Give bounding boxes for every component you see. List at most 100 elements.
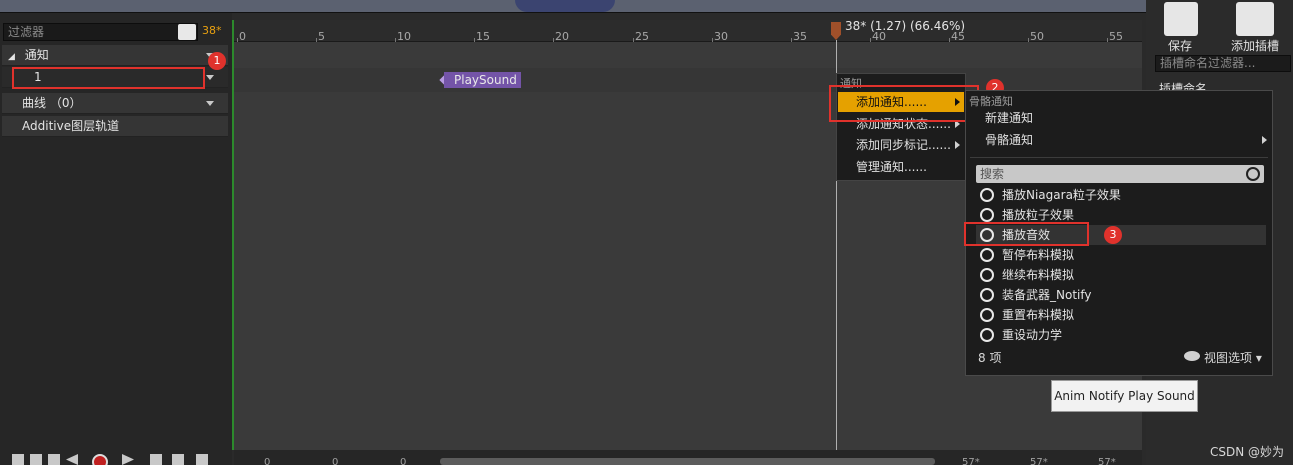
ruler-tick-label: 20 [555,30,569,43]
ruler-tick-mark [870,38,871,42]
slot-filter-input[interactable]: 插槽命名过滤器... [1155,55,1291,72]
notify-item-label: 播放Niagara粒子效果 [1002,188,1121,202]
add-slot-icon[interactable] [1236,2,1274,36]
ruler-tick-mark [633,38,634,42]
notify-item-reset-cloth[interactable]: 重置布料模拟 [976,305,1266,325]
notify-track-band[interactable] [234,68,1142,92]
menu-item-add-sync-marker[interactable]: 添加同步标记...... [838,135,964,155]
character-preview [515,0,615,12]
tooltip: Anim Notify Play Sound [1051,380,1198,412]
track-row-notify[interactable]: ◢ 通知 [2,45,228,66]
ruler-tick-label: 10 [397,30,411,43]
notify-item-resume-cloth[interactable]: 继续布料模拟 [976,265,1266,285]
circle-icon [980,268,994,282]
menu-item-new-notify[interactable]: 新建通知 [967,108,1271,129]
notify-item-play-niagara[interactable]: 播放Niagara粒子效果 [976,185,1266,205]
search-icon[interactable] [178,24,196,40]
chevron-down-icon: ▾ [1255,351,1262,365]
notify-item-label: 重设动力学 [1002,328,1063,342]
track-label: 曲线 （0） [22,96,82,110]
watermark: CSDN @妙为 [1210,445,1285,459]
range-start-label: 0 [264,457,271,465]
notify-item-label: 重置布料模拟 [1002,308,1075,322]
circle-icon [980,328,994,342]
chevron-right-icon [955,141,960,149]
highlight-box-3 [964,222,1089,246]
ruler-tick-label: 0 [239,30,246,43]
highlight-box-1 [12,67,205,89]
timeline-scrollbar-thumb[interactable] [440,458,935,465]
ruler-tick-label: 15 [476,30,490,43]
step-back-icon[interactable] [30,454,42,465]
notify-tag-playsound[interactable]: PlaySound [444,72,521,88]
ruler-tick-label: 30 [714,30,728,43]
ruler-tick-mark [553,38,554,42]
range-working-end-label: 57* [962,457,980,465]
collapse-triangle-icon[interactable]: ◢ [8,52,15,62]
menu-item-skeleton-notify[interactable]: 骨骼通知 [967,130,1271,151]
highlight-box-2 [829,85,979,122]
circle-icon [980,208,994,222]
save-icon[interactable] [1164,2,1198,36]
ruler-tick-mark [949,38,950,42]
ruler-tick-label: 25 [635,30,649,43]
track-row-additive[interactable]: Additive图层轨道 [2,116,228,137]
notify-item-label: 装备武器_Notify [1002,288,1092,302]
current-frame-label: 38* [202,24,222,37]
notify-search-input[interactable]: 搜索 [976,165,1264,183]
ruler-tick-mark [1028,38,1029,42]
add-slot-button-label[interactable]: 添加插槽 [1231,37,1279,54]
track-row-curves[interactable]: 曲线 （0） [2,93,228,114]
circle-icon [980,248,994,262]
ruler-tick-mark [1107,38,1108,42]
view-options-label: 视图选项 [1204,351,1253,365]
track-filter-input[interactable]: 过滤器 [3,23,198,41]
ruler-tick-mark [474,38,475,42]
notify-item-pause-cloth[interactable]: 暂停布料模拟 [976,245,1266,265]
menu-item-label: 新建通知 [985,111,1034,125]
notify-item-label: 播放粒子效果 [1002,208,1075,222]
menu-item-label: 添加同步标记...... [856,138,951,152]
ruler-tick-label: 55 [1109,30,1123,43]
circle-icon [980,188,994,202]
view-options-button[interactable]: 视图选项 ▾ [1184,349,1262,366]
chevron-right-icon [1262,136,1267,144]
ruler-tick-mark [395,38,396,42]
playhead-readout: 38* (1.27) (66.46%) [845,19,966,33]
ruler-tick-mark [316,38,317,42]
ruler-tick-label: 50 [1030,30,1044,43]
range-working-start-label: 0 [400,457,407,465]
step-badge-1: 1 [208,52,226,70]
notify-item-reset-dynamics[interactable]: 重设动力学 [976,325,1266,345]
circle-icon [980,288,994,302]
submenu-section-header: 骨骼通知 [969,95,1013,108]
ruler-tick-mark [791,38,792,42]
loop-icon[interactable] [196,454,208,465]
notify-item-equip-weapon[interactable]: 装备武器_Notify [976,285,1266,305]
search-icon [1246,167,1260,181]
circle-icon [980,308,994,322]
menu-item-label: 骨骼通知 [985,133,1034,147]
save-button-label[interactable]: 保存 [1168,37,1192,54]
skip-to-start-icon[interactable] [12,454,24,465]
chevron-down-icon[interactable] [206,75,214,80]
step-back-frame-icon[interactable] [48,454,60,465]
range-view-start-label: 0 [332,457,339,465]
range-view-end-label: 57* [1030,457,1048,465]
ruler-tick-mark [712,38,713,42]
menu-item-label: 管理通知...... [856,160,927,174]
skip-to-end-icon[interactable] [172,454,184,465]
chevron-down-icon[interactable] [206,101,214,106]
range-end-label: 57* [1098,457,1116,465]
record-icon[interactable] [92,454,108,465]
item-count-label: 8 项 [978,351,1002,365]
time-ruler[interactable] [234,20,1142,42]
menu-divider [970,157,1268,158]
notify-item-label: 继续布料模拟 [1002,268,1075,282]
menu-item-manage-notifies[interactable]: 管理通知...... [838,157,964,177]
notify-item-label: 暂停布料模拟 [1002,248,1075,262]
track-label: Additive图层轨道 [22,119,120,133]
ruler-tick-mark [237,38,238,42]
step-badge-3: 3 [1104,226,1122,244]
step-forward-frame-icon[interactable] [150,454,162,465]
